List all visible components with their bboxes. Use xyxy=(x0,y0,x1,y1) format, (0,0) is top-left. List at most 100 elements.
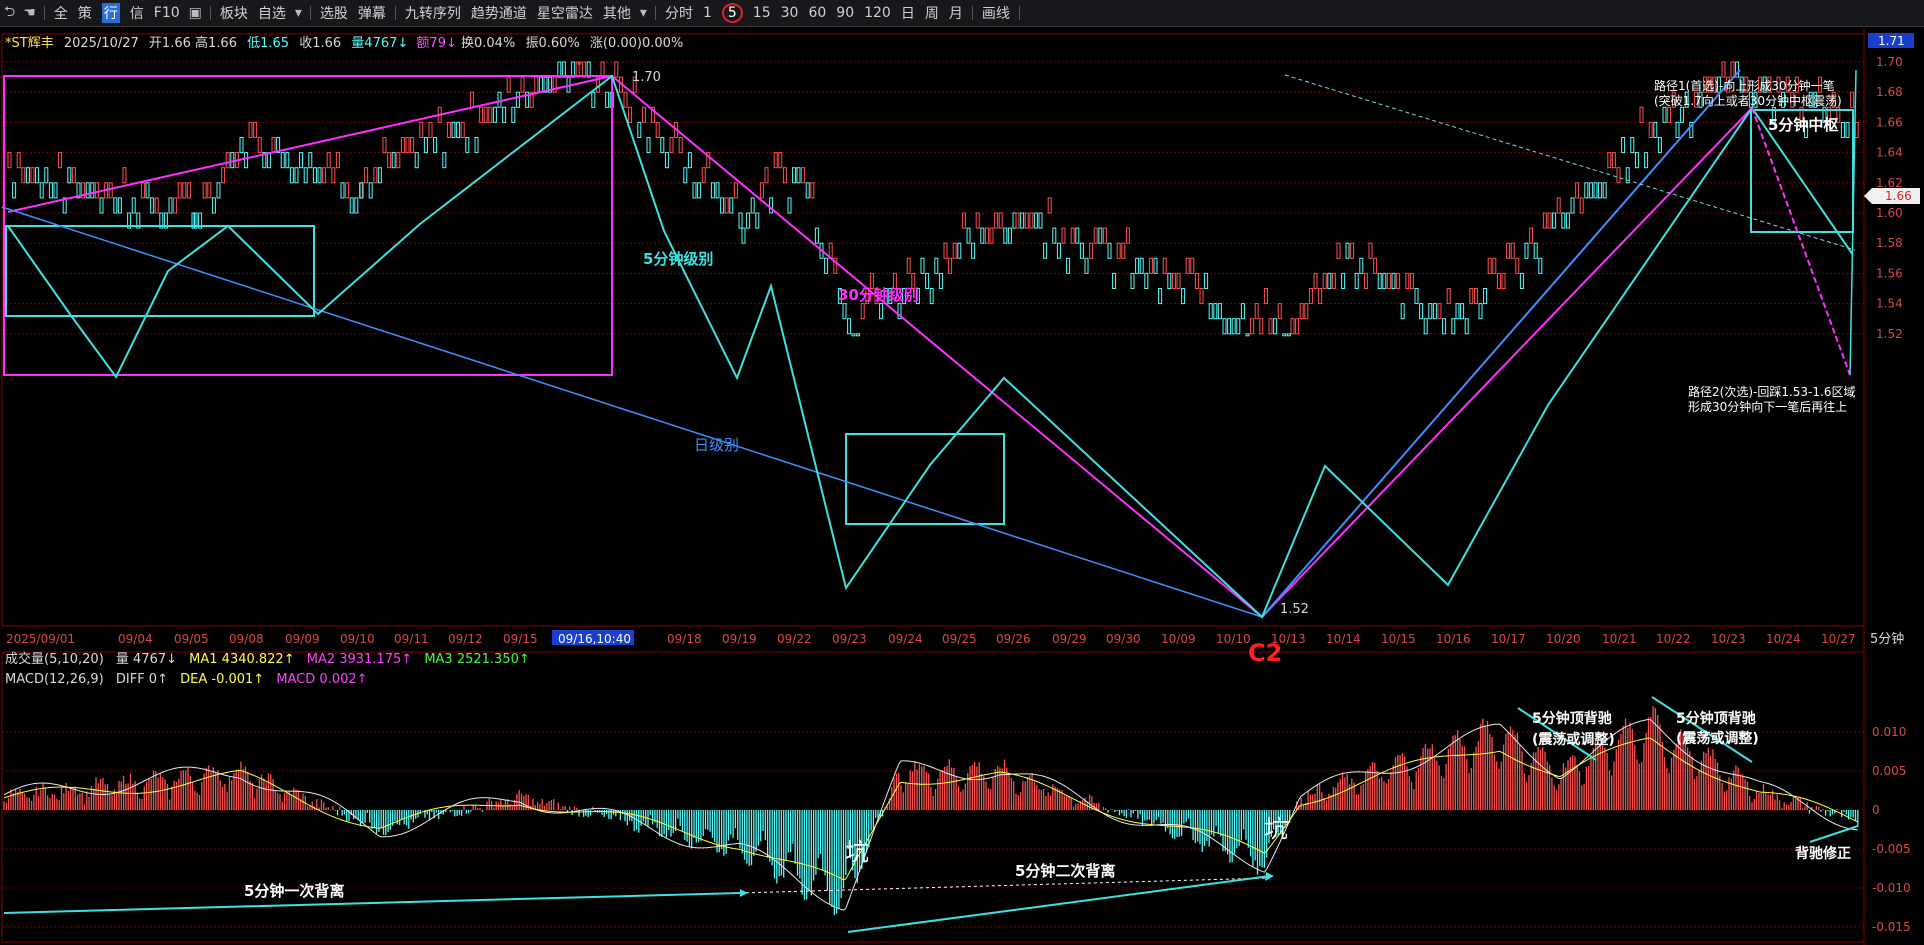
candle-up xyxy=(655,121,660,139)
candle-down xyxy=(1075,227,1080,244)
candle-up xyxy=(534,76,539,93)
candle-up xyxy=(345,182,350,199)
candle-down xyxy=(750,197,755,214)
candle-up xyxy=(253,121,258,139)
candle-up xyxy=(428,121,433,139)
candle-down xyxy=(1584,182,1589,199)
candle-down xyxy=(1630,137,1635,154)
candle-up xyxy=(1396,272,1401,289)
candle-up xyxy=(1331,272,1336,289)
macd-tick-label: -0.015 xyxy=(1872,920,1911,934)
candle-down xyxy=(1644,152,1649,169)
candle-up xyxy=(1125,227,1130,244)
candle-down xyxy=(1112,272,1117,289)
candle-down xyxy=(710,182,715,199)
candle-up xyxy=(678,137,683,154)
candle-down xyxy=(1043,242,1048,259)
date-tick-label: 10/20 xyxy=(1546,632,1581,646)
candle-up xyxy=(1061,227,1066,244)
candle-down xyxy=(557,61,562,78)
candle-up xyxy=(71,167,76,184)
candle-down xyxy=(340,182,345,199)
date-tick-label: 09/18 xyxy=(667,632,702,646)
candle-down xyxy=(741,227,746,244)
candle-down xyxy=(787,197,792,214)
candle-down xyxy=(1158,288,1163,305)
candle-up xyxy=(998,212,1003,229)
candle-up xyxy=(1029,212,1034,229)
volume-label: 成交量(5,10,20) xyxy=(5,651,104,667)
candle-down xyxy=(738,212,743,229)
candle-down xyxy=(715,182,720,199)
candle-down xyxy=(317,167,322,184)
candle-up xyxy=(669,137,674,154)
candle-down xyxy=(1460,303,1465,320)
candle-down xyxy=(1282,333,1287,337)
candle-up xyxy=(1496,272,1501,289)
price-tick-label: 1.54 xyxy=(1876,297,1903,311)
candle-up xyxy=(1308,288,1313,305)
candle-down xyxy=(1084,257,1089,274)
svg-text:成交量(5,10,20) 量 4767↓ M: 成交量(5,10,20) 量 4767↓ MA1 4340.822↑ MA2 3… xyxy=(5,651,530,667)
candle-down xyxy=(1204,272,1209,289)
candle-down xyxy=(605,91,610,108)
candle-down xyxy=(586,61,591,78)
candle-up xyxy=(16,152,21,169)
stroke-day-up xyxy=(1261,69,1741,618)
candle-down xyxy=(851,333,856,337)
candle-down xyxy=(299,152,304,169)
candle-down xyxy=(637,121,642,139)
stroke-5min-segments xyxy=(7,74,1854,619)
candle-up xyxy=(810,182,815,199)
candle-up xyxy=(248,121,253,139)
candle-down xyxy=(1354,272,1359,289)
candle-down xyxy=(1130,272,1135,289)
candle-up xyxy=(952,242,957,259)
bar-date: 2025/10/27 xyxy=(64,36,139,51)
candle-up xyxy=(326,152,331,169)
topdiv2-label-b: (震荡或调整) xyxy=(1676,730,1759,747)
date-tick-label: 09/26 xyxy=(996,632,1031,646)
candle-up xyxy=(405,137,410,154)
date-tick-label: 10/22 xyxy=(1656,632,1691,646)
pit2-label: 坑 xyxy=(1264,815,1288,843)
candle-down xyxy=(117,197,122,214)
date-tick-label: 09/19 xyxy=(722,632,757,646)
candle-up xyxy=(1015,212,1020,229)
candle-down xyxy=(1107,242,1112,259)
candle-up xyxy=(257,137,262,154)
candle-up xyxy=(1259,318,1264,335)
candle-up xyxy=(948,257,953,274)
candle-up xyxy=(94,182,99,199)
candle-down xyxy=(354,197,359,214)
candle-down xyxy=(796,167,801,184)
candle-up xyxy=(322,167,327,184)
div2-label: 5分钟二次背离 xyxy=(1015,862,1115,880)
chart-canvas[interactable]: *ST辉丰 2025/10/27 开1.66 高1.66 低1.65 收1.66… xyxy=(0,0,1924,945)
date-tick-label: 10/13 xyxy=(1271,632,1306,646)
date-tick-label: 10/24 xyxy=(1766,632,1801,646)
candle-down xyxy=(442,152,447,169)
date-tick-label: 09/22 xyxy=(777,632,812,646)
candle-down xyxy=(920,257,925,274)
candle-down xyxy=(1056,242,1061,259)
candle-down xyxy=(230,152,235,169)
candle-up xyxy=(1102,227,1107,244)
topdiv1-label-b: (震荡或调整) xyxy=(1532,731,1615,748)
candle-down xyxy=(856,333,861,337)
candle-up xyxy=(1250,318,1255,335)
candle-down xyxy=(1213,303,1218,320)
candle-up xyxy=(994,212,999,229)
candle-down xyxy=(1565,212,1570,229)
candle-down xyxy=(1423,318,1428,335)
candle-up xyxy=(1277,303,1282,320)
candle-up xyxy=(1162,257,1167,274)
candle-down xyxy=(502,106,507,123)
candle-up xyxy=(1556,197,1561,214)
candle-up xyxy=(221,167,226,184)
candle-down xyxy=(792,167,797,184)
candle-up xyxy=(975,212,980,229)
candle-down xyxy=(244,152,249,169)
volume-ma3: MA3 2521.350↑ xyxy=(424,652,529,667)
candle-up xyxy=(271,137,276,154)
